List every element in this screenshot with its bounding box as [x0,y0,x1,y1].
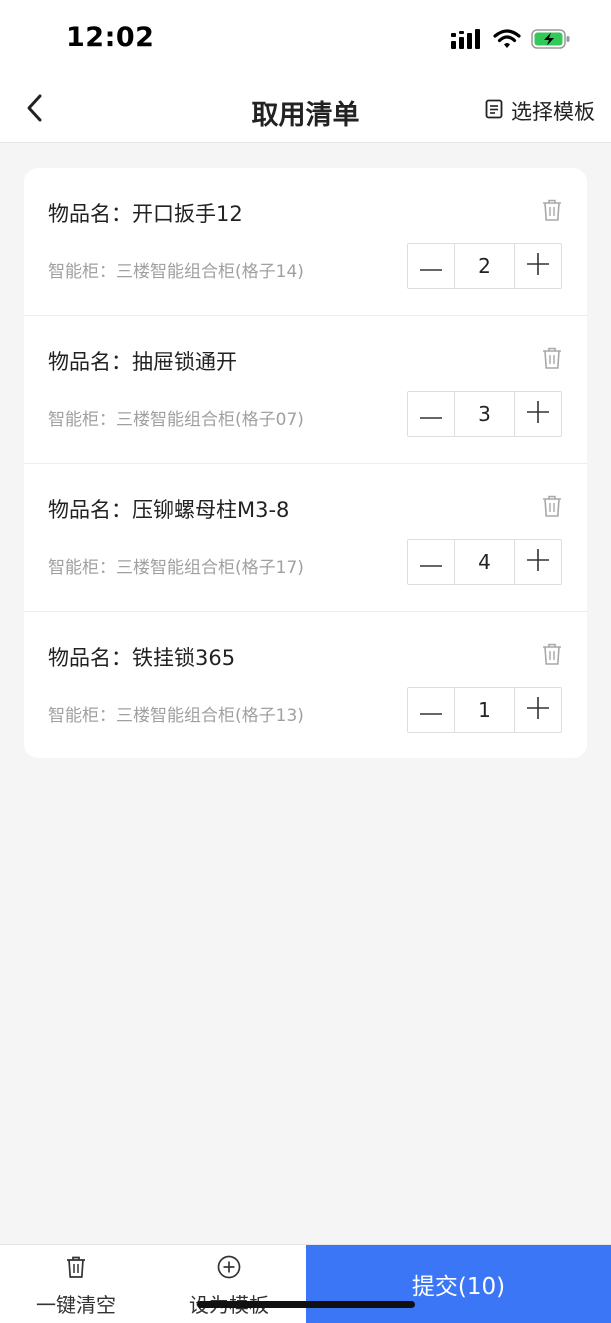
nav-header: 取用清单 选择模板 [0,80,611,143]
status-icons [451,28,571,54]
trash-icon [541,495,563,522]
item-cabinet: 智能柜：三楼智能组合柜(格子17) [48,558,304,578]
status-time: 12:02 [66,22,155,53]
increment-button[interactable] [515,392,561,436]
battery-charging-icon [531,28,571,54]
wifi-icon [493,29,521,53]
minus-icon [420,405,442,424]
plus-icon [527,253,549,279]
increment-button[interactable] [515,540,561,584]
trash-icon [65,1255,87,1283]
trash-icon [541,199,563,226]
select-template-button[interactable]: 选择模板 [485,96,595,126]
delete-item-button[interactable] [541,642,565,668]
signal-icon [451,29,483,53]
item-cabinet: 智能柜：三楼智能组合柜(格子07) [48,410,304,430]
increment-button[interactable] [515,244,561,288]
home-indicator [197,1301,415,1308]
quantity-stepper: 4 [407,539,562,585]
plus-icon [527,697,549,723]
delete-item-button[interactable] [541,198,565,224]
plus-circle-icon [217,1255,241,1283]
decrement-button[interactable] [408,392,454,436]
decrement-button[interactable] [408,540,454,584]
save-as-template-button[interactable]: 设为模板 [179,1255,279,1318]
decrement-button[interactable] [408,244,454,288]
submit-button[interactable]: 提交(10) [306,1245,611,1323]
minus-icon [420,257,442,276]
item-name: 物品名：铁挂锁365 [48,646,236,670]
minus-icon [420,553,442,572]
item-name: 物品名：压铆螺母柱M3-8 [48,498,290,522]
quantity-stepper: 2 [407,243,562,289]
quantity-value[interactable]: 1 [454,688,515,732]
delete-item-button[interactable] [541,346,565,372]
list-item: 物品名：压铆螺母柱M3-8 智能柜：三楼智能组合柜(格子17) 4 [24,464,587,612]
trash-icon [541,347,563,374]
plus-icon [527,401,549,427]
bottom-action-bar: 一键清空 设为模板 提交(10) [0,1244,611,1323]
item-name: 物品名：开口扳手12 [48,202,243,226]
list-item: 物品名：铁挂锁365 智能柜：三楼智能组合柜(格子13) 1 [24,612,587,758]
item-name: 物品名：抽屉锁通开 [48,350,237,374]
quantity-value[interactable]: 4 [454,540,515,584]
minus-icon [420,701,442,720]
list-item: 物品名：开口扳手12 智能柜：三楼智能组合柜(格子14) 2 [24,168,587,316]
increment-button[interactable] [515,688,561,732]
clear-all-button[interactable]: 一键清空 [26,1255,126,1318]
delete-item-button[interactable] [541,494,565,520]
trash-icon [541,643,563,670]
item-cabinet: 智能柜：三楼智能组合柜(格子14) [48,262,304,282]
decrement-button[interactable] [408,688,454,732]
quantity-value[interactable]: 3 [454,392,515,436]
template-icon [485,99,503,124]
item-list: 物品名：开口扳手12 智能柜：三楼智能组合柜(格子14) 2 物品名：抽屉锁通开… [24,168,587,758]
clear-all-label: 一键清空 [36,1293,116,1317]
plus-icon [527,549,549,575]
item-cabinet: 智能柜：三楼智能组合柜(格子13) [48,706,304,726]
select-template-label: 选择模板 [511,100,595,124]
quantity-stepper: 1 [407,687,562,733]
quantity-stepper: 3 [407,391,562,437]
status-bar: 12:02 [0,0,611,80]
quantity-value[interactable]: 2 [454,244,515,288]
list-item: 物品名：抽屉锁通开 智能柜：三楼智能组合柜(格子07) 3 [24,316,587,464]
